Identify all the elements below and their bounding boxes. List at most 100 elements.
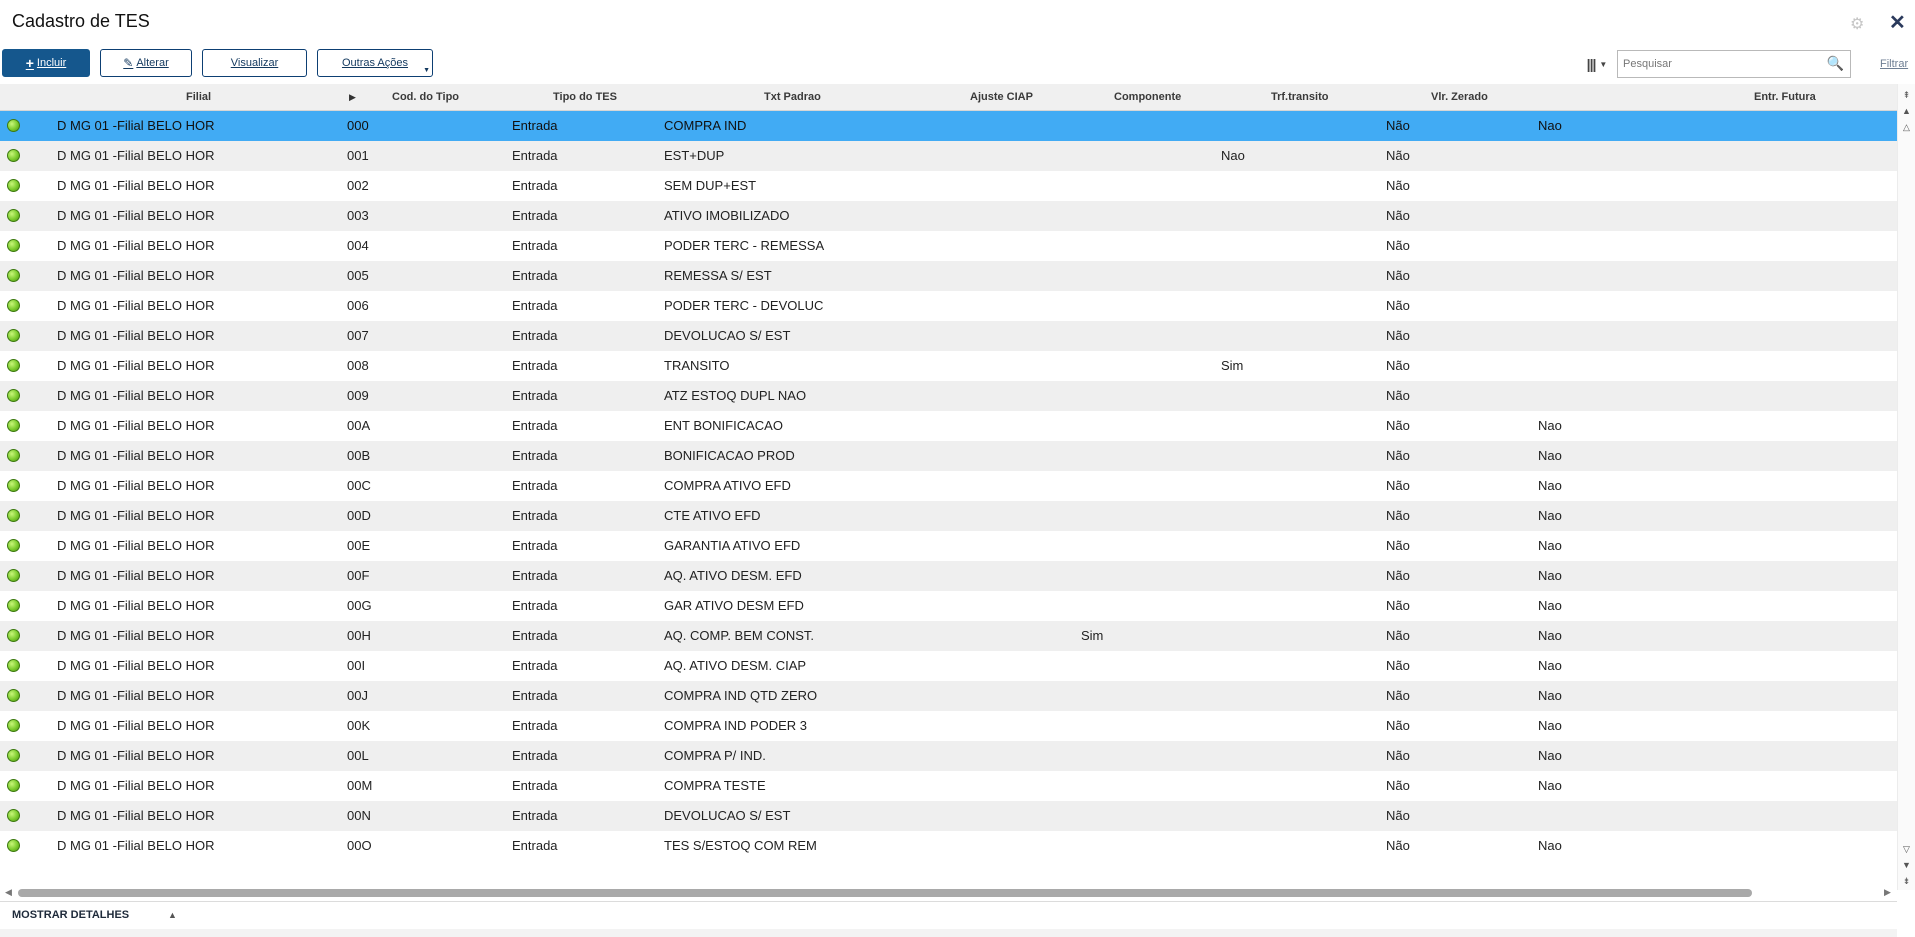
table-row[interactable]: D MG 01 -Filial BELO HOR 00K Entrada COMPRA… (0, 711, 1897, 741)
vertical-scrollbar[interactable]: ⇞ ▲ △ ▽ ▼ ⇟ (1897, 84, 1915, 890)
table-row[interactable]: D MG 01 -Filial BELO HOR 00D Entrada CTE AT… (0, 501, 1897, 531)
table-row[interactable]: D MG 01 -Filial BELO HOR 00B Entrada BONIFI… (0, 441, 1897, 471)
scroll-right-icon[interactable]: ▶ (1884, 887, 1891, 898)
col-header-cod[interactable]: Cod. do Tipo (392, 91, 459, 103)
search-box: 🔍 (1617, 50, 1851, 78)
columns-icon: ||| (1586, 56, 1597, 72)
show-details-button[interactable]: MOSTRAR DETALHES (12, 909, 129, 921)
cell-filial: D MG 01 -Filial BELO HOR (57, 718, 215, 733)
close-icon[interactable]: ✕ (1889, 10, 1906, 35)
table-row[interactable]: D MG 01 -Filial BELO HOR 00G Entrada GAR AT… (0, 591, 1897, 621)
table-row[interactable]: D MG 01 -Filial BELO HOR 00I Entrada AQ. AT… (0, 651, 1897, 681)
col-header-ajuste[interactable]: Ajuste CIAP (970, 91, 1033, 103)
cell-cod: 00A (347, 418, 371, 433)
page-title: Cadastro de TES (12, 11, 150, 31)
incluir-button[interactable]: + Incluir (2, 49, 90, 77)
col-header-trf[interactable]: Trf.transito (1271, 91, 1328, 103)
col-header-txt[interactable]: Txt Padrao (764, 91, 821, 103)
cell-txt: COMPRA ATIVO EFD (664, 478, 791, 493)
cell-tipo: Entrada (512, 298, 558, 313)
search-input[interactable] (1621, 51, 1825, 77)
cell-cod: 00E (347, 538, 371, 553)
cell-txt: PODER TERC - DEVOLUC (664, 298, 824, 313)
table-row[interactable]: D MG 01 -Filial BELO HOR 002 Entrada SEM DU… (0, 171, 1897, 201)
cell-vlr: Não (1386, 268, 1410, 283)
table-row[interactable]: D MG 01 -Filial BELO HOR 00H Entrada AQ. CO… (0, 621, 1897, 651)
alterar-button[interactable]: ✎ Alterar (100, 49, 192, 77)
table-row[interactable]: D MG 01 -Filial BELO HOR 004 Entrada PODER … (0, 231, 1897, 261)
table-row[interactable]: D MG 01 -Filial BELO HOR 00J Entrada COMPRA… (0, 681, 1897, 711)
filter-link[interactable]: Filtrar (1880, 58, 1908, 70)
table-row[interactable]: D MG 01 -Filial BELO HOR 001 Entrada EST+DU… (0, 141, 1897, 171)
column-selector[interactable]: ||| ▼ (1578, 50, 1616, 78)
table-row[interactable]: D MG 01 -Filial BELO HOR 006 Entrada PODER … (0, 291, 1897, 321)
cell-cod: 007 (347, 328, 369, 343)
table-row[interactable]: D MG 01 -Filial BELO HOR 000 Entrada COMPRA… (0, 111, 1897, 141)
scroll-top-icon[interactable]: ⇞ (1900, 88, 1913, 102)
outras-acoes-button[interactable]: Outras Ações ▼ (317, 49, 433, 77)
scroll-page-down-icon[interactable]: ▼ (1900, 858, 1913, 872)
table-row[interactable]: D MG 01 -Filial BELO HOR 00C Entrada COMPRA… (0, 471, 1897, 501)
table-row[interactable]: D MG 01 -Filial BELO HOR 007 Entrada DEVOLU… (0, 321, 1897, 351)
cell-vlr: Não (1386, 448, 1410, 463)
cell-txt: BONIFICACAO PROD (664, 448, 795, 463)
col-header-componente[interactable]: Componente (1114, 91, 1181, 103)
status-green-icon (7, 629, 20, 642)
scroll-down-icon[interactable]: ▽ (1900, 842, 1913, 856)
table-row[interactable]: D MG 01 -Filial BELO HOR 008 Entrada TRANSI… (0, 351, 1897, 381)
table-row[interactable]: D MG 01 -Filial BELO HOR 00E Entrada GARANT… (0, 531, 1897, 561)
hscroll-thumb[interactable] (18, 889, 1752, 897)
chevron-down-icon: ▼ (1599, 59, 1608, 69)
table-row[interactable]: D MG 01 -Filial BELO HOR 00L Entrada COMPRA… (0, 741, 1897, 771)
gear-icon[interactable]: ⚙ (1850, 14, 1864, 34)
cell-vlr: Não (1386, 778, 1410, 793)
table-row[interactable]: D MG 01 -Filial BELO HOR 00A Entrada ENT BO… (0, 411, 1897, 441)
horizontal-scrollbar[interactable]: ◀ ▶ (0, 886, 1897, 900)
status-green-icon (7, 839, 20, 852)
status-green-icon (7, 719, 20, 732)
scroll-page-up-icon[interactable]: ▲ (1900, 104, 1913, 118)
cell-filial: D MG 01 -Filial BELO HOR (57, 838, 215, 853)
table-row[interactable]: D MG 01 -Filial BELO HOR 00N Entrada DEVOLU… (0, 801, 1897, 831)
cell-tipo: Entrada (512, 478, 558, 493)
cell-filial: D MG 01 -Filial BELO HOR (57, 268, 215, 283)
table-row[interactable]: D MG 01 -Filial BELO HOR 003 Entrada ATIVO … (0, 201, 1897, 231)
cell-txt: TES S/ESTOQ COM REM (664, 838, 817, 853)
col-header-vlr[interactable]: Vlr. Zerado (1431, 91, 1488, 103)
cell-filial: D MG 01 -Filial BELO HOR (57, 298, 215, 313)
table-row[interactable]: D MG 01 -Filial BELO HOR 00F Entrada AQ. AT… (0, 561, 1897, 591)
cell-componente: Sim (1081, 628, 1104, 643)
cell-txt: AQ. ATIVO DESM. CIAP (664, 658, 807, 673)
table-row[interactable]: D MG 01 -Filial BELO HOR 00O Entrada TES S/… (0, 831, 1897, 861)
cell-cod: 00I (347, 658, 366, 673)
cell-filial: D MG 01 -Filial BELO HOR (57, 748, 215, 763)
chevron-up-icon[interactable]: ▲ (168, 910, 177, 920)
col-header-filial[interactable]: Filial (186, 91, 211, 103)
scroll-bottom-icon[interactable]: ⇟ (1900, 874, 1913, 888)
cell-tipo: Entrada (512, 598, 558, 613)
scroll-up-icon[interactable]: △ (1900, 120, 1913, 134)
cell-cod: 00D (347, 508, 371, 523)
cell-txt: COMPRA P/ IND. (664, 748, 766, 763)
cell-tipo: Entrada (512, 418, 558, 433)
table-row[interactable]: D MG 01 -Filial BELO HOR 005 Entrada REMESS… (0, 261, 1897, 291)
cell-vlr: Não (1386, 208, 1410, 223)
cell-cod: 00J (347, 688, 368, 703)
pencil-icon: ✎ (123, 56, 134, 70)
cell-entr: Nao (1538, 688, 1562, 703)
cell-entr: Nao (1538, 598, 1562, 613)
table-row[interactable]: D MG 01 -Filial BELO HOR 009 Entrada ATZ ES… (0, 381, 1897, 411)
status-green-icon (7, 299, 20, 312)
visualizar-button[interactable]: Visualizar (202, 49, 307, 77)
cell-tipo: Entrada (512, 238, 558, 253)
search-icon[interactable]: 🔍 (1827, 55, 1844, 72)
cell-vlr: Não (1386, 688, 1410, 703)
scroll-left-icon[interactable]: ◀ (5, 887, 12, 898)
cell-tipo: Entrada (512, 118, 558, 133)
cell-filial: D MG 01 -Filial BELO HOR (57, 358, 215, 373)
cell-filial: D MG 01 -Filial BELO HOR (57, 568, 215, 583)
table-row[interactable]: D MG 01 -Filial BELO HOR 00M Entrada COMPRA… (0, 771, 1897, 801)
col-header-tipo[interactable]: Tipo do TES (553, 91, 617, 103)
col-header-entr[interactable]: Entr. Futura (1754, 91, 1816, 103)
cell-entr: Nao (1538, 418, 1562, 433)
